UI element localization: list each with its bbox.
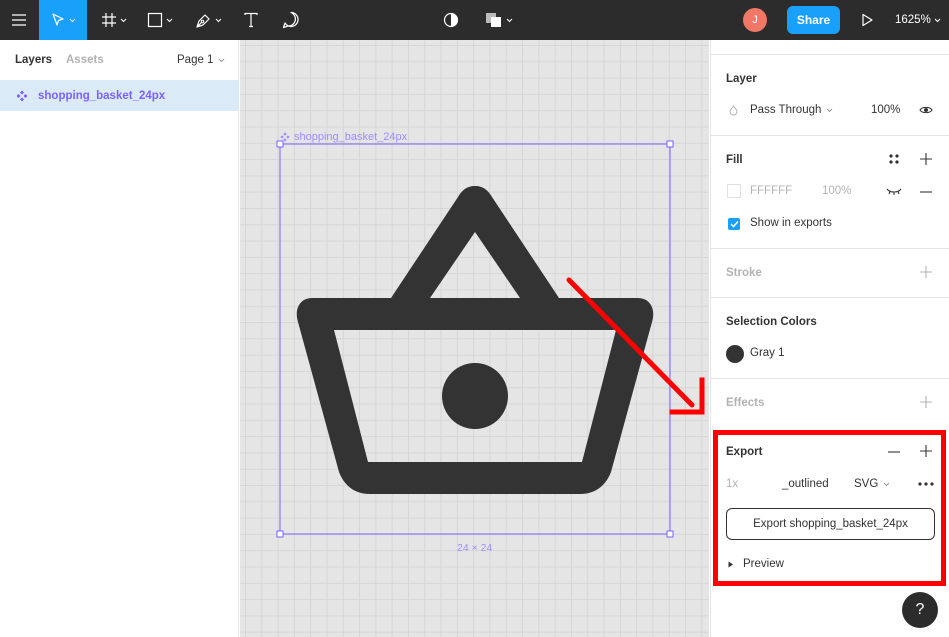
preview-toggle[interactable]: Preview <box>728 558 784 570</box>
remove-export-icon[interactable] <box>888 451 900 453</box>
chevron-down-icon <box>215 18 221 22</box>
page-selector[interactable]: Page 1 <box>177 54 225 66</box>
chevron-down-icon <box>166 18 173 22</box>
stroke-section-title: Stroke <box>726 267 762 279</box>
text-tool-button[interactable] <box>236 0 266 40</box>
export-button[interactable]: Export shopping_basket_24px <box>726 508 935 540</box>
play-icon <box>862 13 873 27</box>
rectangle-tool-icon <box>147 12 163 28</box>
panel-top-divider <box>711 40 949 55</box>
menu-icon[interactable] <box>0 0 38 40</box>
comment-tool-icon <box>282 11 299 29</box>
tab-layers[interactable]: Layers <box>15 54 52 66</box>
chevron-down-icon <box>827 108 833 112</box>
shape-tool-button[interactable] <box>138 0 182 40</box>
user-avatar[interactable]: J <box>743 8 767 32</box>
layer-section: Layer Pass Through 100% <box>711 55 949 136</box>
blend-mode-icon <box>728 105 739 116</box>
more-options-icon[interactable] <box>918 482 934 486</box>
selection-colors-section: Selection Colors Gray 1 <box>711 298 949 379</box>
fill-opacity[interactable]: 100% <box>822 185 851 197</box>
fill-section-title: Fill <box>726 154 743 166</box>
caret-right-icon <box>728 561 733 567</box>
boolean-ops-button[interactable] <box>480 0 518 40</box>
stroke-section: Stroke <box>711 249 949 298</box>
page-label: Page 1 <box>177 54 214 66</box>
canvas[interactable]: shopping_basket_24px 24 × 24 <box>240 40 709 637</box>
fill-hex[interactable]: FFFFFF <box>750 185 792 197</box>
effects-section-title: Effects <box>726 397 765 409</box>
component-icon <box>16 90 28 101</box>
style-grid-icon[interactable] <box>888 153 900 165</box>
add-export-icon[interactable] <box>920 445 932 457</box>
chevron-down-icon <box>883 482 890 486</box>
frame-dimensions: 24 × 24 <box>457 542 493 554</box>
move-tool-button[interactable] <box>39 0 87 40</box>
export-format-select[interactable]: SVG <box>854 478 890 490</box>
layer-name: shopping_basket_24px <box>38 89 166 102</box>
chevron-down-icon <box>506 18 513 22</box>
question-mark-icon: ? <box>915 601 925 618</box>
layer-opacity[interactable]: 100% <box>871 104 900 116</box>
preview-label: Preview <box>743 558 784 570</box>
left-panel: Layers Assets Page 1 shopping_basket_24p… <box>0 40 239 637</box>
export-section-title: Export <box>726 446 763 458</box>
contrast-icon <box>443 12 459 28</box>
text-tool-icon <box>244 12 258 28</box>
add-stroke-icon[interactable] <box>920 266 932 278</box>
zoom-level[interactable]: 1625% <box>895 0 941 40</box>
left-panel-tabs: Layers Assets Page 1 <box>0 40 239 80</box>
export-suffix[interactable]: _outlined <box>782 478 829 490</box>
chevron-down-icon <box>120 18 127 22</box>
show-in-exports-label: Show in exports <box>750 217 832 229</box>
layer-item-shopping-basket[interactable]: shopping_basket_24px <box>0 80 239 111</box>
export-format-value: SVG <box>854 478 879 490</box>
boolean-union-icon <box>486 13 501 27</box>
top-toolbar: J Share 1625% <box>0 0 949 40</box>
tab-assets[interactable]: Assets <box>66 54 104 66</box>
help-button[interactable]: ? <box>902 592 938 628</box>
pen-tool-button[interactable] <box>186 0 230 40</box>
zoom-value: 1625% <box>895 14 931 26</box>
blend-mode-select[interactable]: Pass Through <box>750 104 833 116</box>
chevron-down-icon <box>219 58 225 62</box>
right-panel: Layer Pass Through 100% Fill FFFFFF 100%… <box>710 40 949 637</box>
shopping-basket-icon[interactable] <box>296 186 654 494</box>
layer-section-title: Layer <box>726 73 757 85</box>
pen-tool-icon <box>195 13 210 28</box>
export-scale[interactable]: 1x <box>726 478 738 490</box>
mask-toggle-button[interactable] <box>438 0 464 40</box>
share-button[interactable]: Share <box>787 6 840 34</box>
frame-tool-icon <box>102 13 116 27</box>
blend-mode-value: Pass Through <box>750 104 822 116</box>
move-tool-icon <box>52 13 64 26</box>
frame-tool-button[interactable] <box>92 0 136 40</box>
fill-color-swatch[interactable] <box>727 184 741 198</box>
eye-icon[interactable] <box>919 104 933 116</box>
eye-closed-icon[interactable] <box>886 187 902 195</box>
check-icon <box>729 220 739 228</box>
chevron-down-icon <box>69 18 76 22</box>
add-fill-icon[interactable] <box>920 153 932 165</box>
present-button[interactable] <box>856 0 878 40</box>
figma-app: J Share 1625% Layers Assets Page 1 shopp… <box>0 0 949 637</box>
remove-fill-icon[interactable] <box>920 191 932 193</box>
comment-tool-button[interactable] <box>276 0 306 40</box>
export-section: Export 1x _outlined SVG <box>711 428 949 578</box>
chevron-down-icon <box>934 18 941 22</box>
gray-1-swatch[interactable] <box>726 345 744 363</box>
effects-section: Effects <box>711 379 949 428</box>
selection-color-name[interactable]: Gray 1 <box>750 347 785 359</box>
show-in-exports-checkbox[interactable] <box>728 218 740 230</box>
add-effect-icon[interactable] <box>920 396 932 408</box>
fill-section: Fill FFFFFF 100% Show in exports <box>711 136 949 249</box>
selection-colors-title: Selection Colors <box>726 316 817 328</box>
